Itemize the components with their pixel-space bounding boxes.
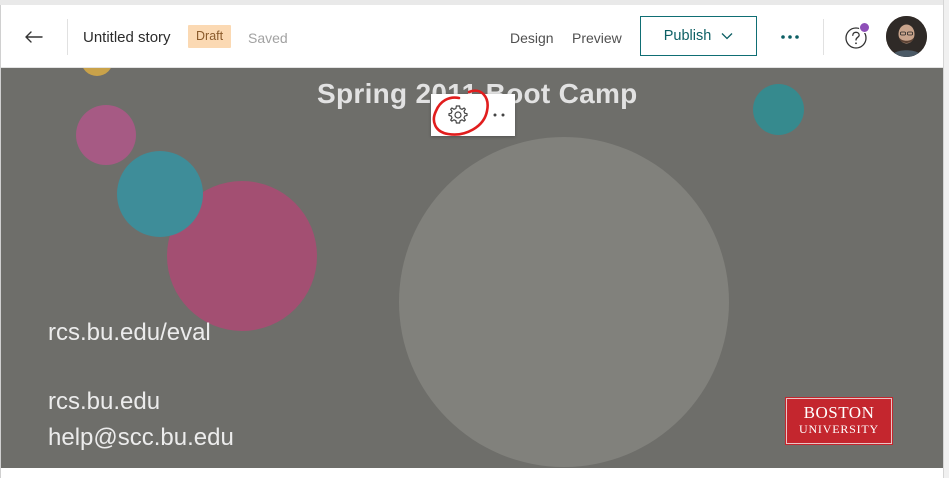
slide-toolbar [431, 94, 515, 136]
decorative-circle [81, 68, 113, 76]
slide-text-line: rcs.bu.edu [48, 388, 161, 415]
more-horizontal-icon [781, 35, 799, 39]
chevron-down-icon [721, 33, 733, 40]
page-footer-strip [1, 468, 943, 478]
logo-line: UNIVERSITY [799, 422, 879, 436]
save-status: Saved [248, 30, 288, 46]
notification-dot [859, 22, 870, 33]
preview-link[interactable]: Preview [572, 30, 622, 46]
publish-label: Publish [663, 28, 712, 44]
back-button[interactable] [21, 24, 47, 50]
slide-more-button[interactable] [487, 102, 513, 128]
decorative-circle [117, 151, 203, 237]
more-horizontal-icon [493, 113, 505, 117]
window-right-edge [943, 0, 949, 478]
decorative-circle [76, 105, 136, 165]
header-divider [67, 19, 68, 55]
more-options-button[interactable] [777, 25, 803, 49]
publish-button[interactable]: Publish [640, 16, 757, 56]
design-link[interactable]: Design [510, 30, 554, 46]
story-slide[interactable]: Spring 2011 Boot Camp rcs.bu.edu/eval rc… [1, 68, 943, 468]
avatar[interactable] [886, 16, 927, 57]
decorative-circle [399, 137, 729, 467]
draft-badge: Draft [188, 25, 232, 48]
story-title[interactable]: Untitled story [83, 29, 171, 46]
slide-settings-button[interactable] [445, 102, 471, 128]
boston-university-logo: BOSTON UNIVERSITY [785, 397, 893, 445]
user-photo-icon [886, 16, 927, 57]
header-divider [823, 19, 824, 55]
slide-text-line: rcs.bu.edu/eval [48, 319, 211, 346]
arrow-left-icon [25, 31, 43, 43]
app-header: Untitled story Draft Saved Design Previe… [1, 5, 943, 68]
gear-icon [448, 105, 468, 124]
decorative-circle [753, 84, 804, 135]
slide-text-line: help@scc.bu.edu [48, 424, 234, 451]
logo-line: BOSTON [803, 403, 875, 422]
